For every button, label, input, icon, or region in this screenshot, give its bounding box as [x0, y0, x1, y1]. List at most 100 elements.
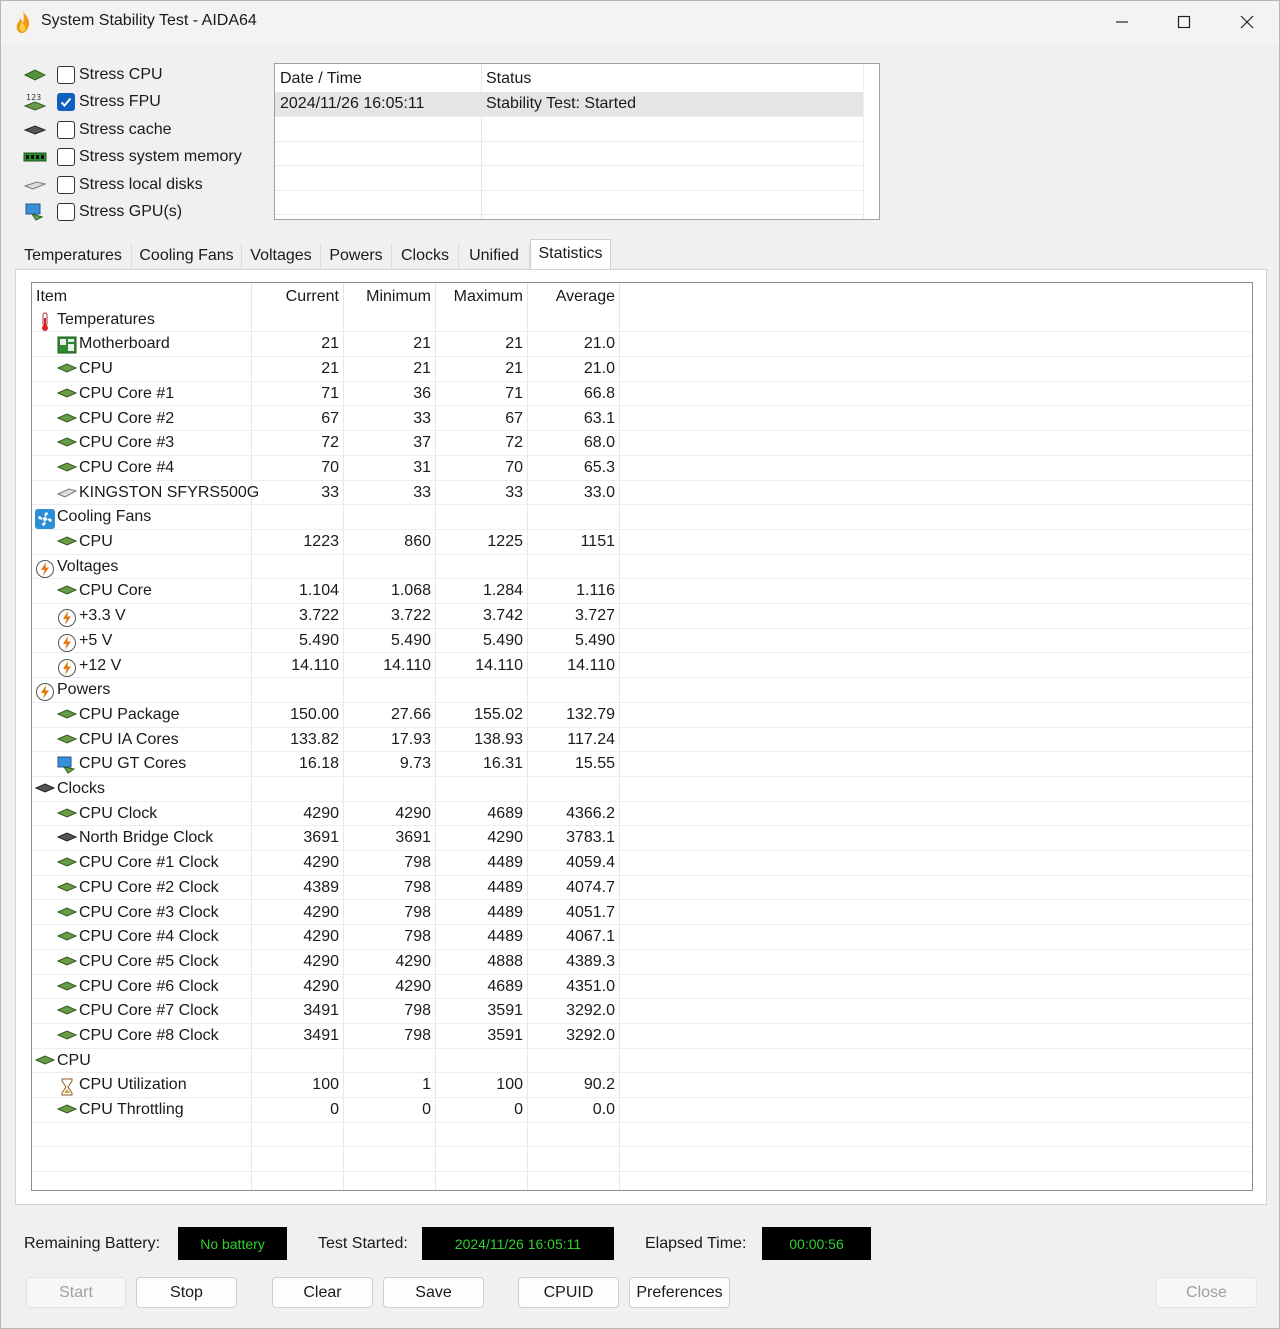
tab-temperatures[interactable]: Temperatures	[15, 243, 132, 270]
cpuid-button[interactable]: CPUID	[518, 1277, 619, 1308]
log-header-status[interactable]: Status	[486, 70, 531, 88]
stress-cpu-checkbox[interactable]	[57, 66, 75, 84]
statistics-group-row[interactable]: Voltages	[32, 555, 1252, 580]
statistics-row[interactable]: +5 V 5.490 5.490 5.490 5.490	[32, 629, 1252, 654]
header-item[interactable]: Item	[36, 288, 67, 306]
statistics-row[interactable]: CPU Core #2 67 33 67 63.1	[32, 407, 1252, 432]
statistics-item-label: CPU	[79, 533, 113, 550]
statistics-row[interactable]: CPU Core #1 Clock 4290 798 4489 4059.4	[32, 851, 1252, 876]
log-scrollbar[interactable]	[863, 64, 879, 219]
statistics-row[interactable]: +12 V 14.110 14.110 14.110 14.110	[32, 654, 1252, 679]
statistics-min-value: 33	[413, 483, 431, 501]
statistics-row[interactable]: KINGSTON SFYRS500G 33 33 33 33.0	[32, 481, 1252, 506]
statistics-min-value: 5.490	[390, 631, 431, 649]
statistics-row[interactable]: CPU Core #6 Clock 4290 4290 4689 4351.0	[32, 975, 1252, 1000]
start-button[interactable]: Start	[26, 1277, 126, 1308]
stress-cache-option[interactable]: Stress cache	[23, 118, 263, 142]
header-minimum[interactable]: Minimum	[343, 288, 431, 306]
log-row[interactable]: 2024/11/26 16:05:11 Stability Test: Star…	[275, 92, 863, 116]
stress-disks-option[interactable]: Stress local disks	[23, 173, 263, 197]
tab-cooling-fans[interactable]: Cooling Fans	[132, 243, 242, 270]
statistics-row[interactable]: CPU Core #4 70 31 70 65.3	[32, 456, 1252, 481]
stress-cache-checkbox[interactable]	[57, 121, 75, 139]
statistics-row[interactable]: CPU Core #5 Clock 4290 4290 4888 4389.3	[32, 950, 1252, 975]
clear-button[interactable]: Clear	[272, 1277, 373, 1308]
statistics-group-row[interactable]: CPU	[32, 1049, 1252, 1074]
statistics-item-label: +5 V	[79, 631, 113, 649]
statistics-avg-value: 68.0	[583, 434, 615, 452]
stress-gpu-checkbox[interactable]	[57, 203, 75, 221]
title-bar[interactable]: System Stability Test - AIDA64	[1, 1, 1279, 43]
remaining-battery-label: Remaining Battery:	[24, 1235, 161, 1252]
tab-statistics[interactable]: Statistics	[530, 239, 611, 271]
statistics-item-label: Motherboard	[79, 335, 170, 353]
statistics-max-value: 72	[505, 434, 523, 452]
header-average[interactable]: Average	[527, 288, 615, 306]
statistics-current-value: 133.82	[290, 730, 339, 748]
stop-button[interactable]: Stop	[136, 1277, 237, 1308]
close-button[interactable]: Close	[1156, 1277, 1257, 1308]
log-header-datetime[interactable]: Date / Time	[280, 70, 362, 88]
statistics-row[interactable]: Motherboard 21 21 21 21.0	[32, 332, 1252, 358]
cpu-chip-icon	[56, 460, 78, 478]
statistics-row[interactable]: CPU Core #7 Clock 3491 798 3591 3292.0	[32, 999, 1252, 1024]
tab-clocks[interactable]: Clocks	[392, 243, 459, 270]
tab-powers[interactable]: Powers	[321, 243, 392, 270]
header-maximum[interactable]: Maximum	[435, 288, 523, 306]
statistics-avg-value: 4074.7	[566, 878, 615, 896]
stress-disks-checkbox[interactable]	[57, 176, 75, 194]
preferences-button[interactable]: Preferences	[629, 1277, 730, 1308]
statistics-row[interactable]: CPU Core 1.104 1.068 1.284 1.116	[32, 579, 1252, 605]
stress-cpu-option[interactable]: Stress CPU	[23, 63, 263, 87]
statistics-item-label: CPU Core #3 Clock	[79, 903, 219, 921]
statistics-row[interactable]: CPU 1223 860 1225 1151	[32, 530, 1252, 555]
cpu-chip-icon	[56, 534, 78, 552]
stress-gpu-option[interactable]: Stress GPU(s)	[23, 200, 263, 224]
statistics-row[interactable]: CPU GT Cores 16.18 9.73 16.31 15.55	[32, 752, 1252, 777]
close-window-button[interactable]	[1216, 1, 1278, 43]
maximize-button[interactable]	[1153, 1, 1215, 43]
event-log-table[interactable]: Date / Time Status 2024/11/26 16:05:11 S…	[274, 63, 880, 220]
statistics-item-label: CPU	[57, 1051, 91, 1069]
statistics-row[interactable]: +3.3 V 3.722 3.722 3.742 3.727	[32, 604, 1252, 629]
statistics-group-row[interactable]: Temperatures	[32, 308, 1252, 333]
statistics-row[interactable]: CPU Utilization 100 1 100 90.2	[32, 1073, 1252, 1099]
stress-fpu-option[interactable]: 123 Stress FPU	[23, 90, 263, 114]
statistics-row[interactable]: CPU Throttling 0 0 0 0.0	[32, 1098, 1252, 1123]
statistics-current-value: 5.490	[298, 631, 339, 649]
stress-fpu-checkbox[interactable]	[57, 93, 75, 111]
statistics-item-label: KINGSTON SFYRS500G	[79, 483, 260, 501]
header-current[interactable]: Current	[251, 288, 339, 306]
statistics-avg-value: 4051.7	[566, 903, 615, 921]
statistics-avg-value: 15.55	[574, 755, 615, 773]
statistics-current-value: 33	[321, 483, 339, 501]
statistics-row[interactable]: CPU Core #4 Clock 4290 798 4489 4067.1	[32, 925, 1252, 950]
statistics-row[interactable]: CPU Core #1 71 36 71 66.8	[32, 382, 1252, 407]
statistics-row[interactable]: CPU Package 150.00 27.66 155.02 132.79	[32, 703, 1252, 728]
statistics-group-row[interactable]: Cooling Fans	[32, 505, 1252, 530]
statistics-current-value: 3.722	[298, 607, 339, 625]
stress-memory-option[interactable]: Stress system memory	[23, 145, 263, 169]
statistics-grid[interactable]: Item Current Minimum Maximum Average Tem…	[31, 282, 1253, 1191]
statistics-row[interactable]: North Bridge Clock 3691 3691 4290 3783.1	[32, 826, 1252, 852]
statistics-row[interactable]: CPU Core #3 Clock 4290 798 4489 4051.7	[32, 901, 1252, 926]
statistics-group-row[interactable]: Powers	[32, 678, 1252, 703]
test-started-value: 2024/11/26 16:05:11	[422, 1227, 614, 1260]
tab-voltages[interactable]: Voltages	[242, 243, 321, 270]
lightning-icon	[57, 658, 77, 677]
tab-unified[interactable]: Unified	[459, 243, 530, 270]
statistics-max-value: 4489	[487, 878, 523, 896]
statistics-row[interactable]: CPU 21 21 21 21.0	[32, 357, 1252, 382]
statistics-row[interactable]: CPU Clock 4290 4290 4689 4366.2	[32, 802, 1252, 827]
save-button[interactable]: Save	[383, 1277, 484, 1308]
minimize-button[interactable]	[1091, 1, 1153, 43]
statistics-group-row[interactable]: Clocks	[32, 777, 1252, 802]
statistics-row[interactable]: CPU Core #8 Clock 3491 798 3591 3292.0	[32, 1024, 1252, 1049]
lightning-icon	[57, 633, 77, 652]
stress-memory-checkbox[interactable]	[57, 148, 75, 166]
statistics-row[interactable]: CPU Core #3 72 37 72 68.0	[32, 431, 1252, 456]
statistics-item-label: +12 V	[79, 656, 122, 674]
statistics-row[interactable]: CPU IA Cores 133.82 17.93 138.93 117.24	[32, 728, 1252, 753]
statistics-row[interactable]: CPU Core #2 Clock 4389 798 4489 4074.7	[32, 876, 1252, 901]
motherboard-icon	[57, 336, 77, 354]
